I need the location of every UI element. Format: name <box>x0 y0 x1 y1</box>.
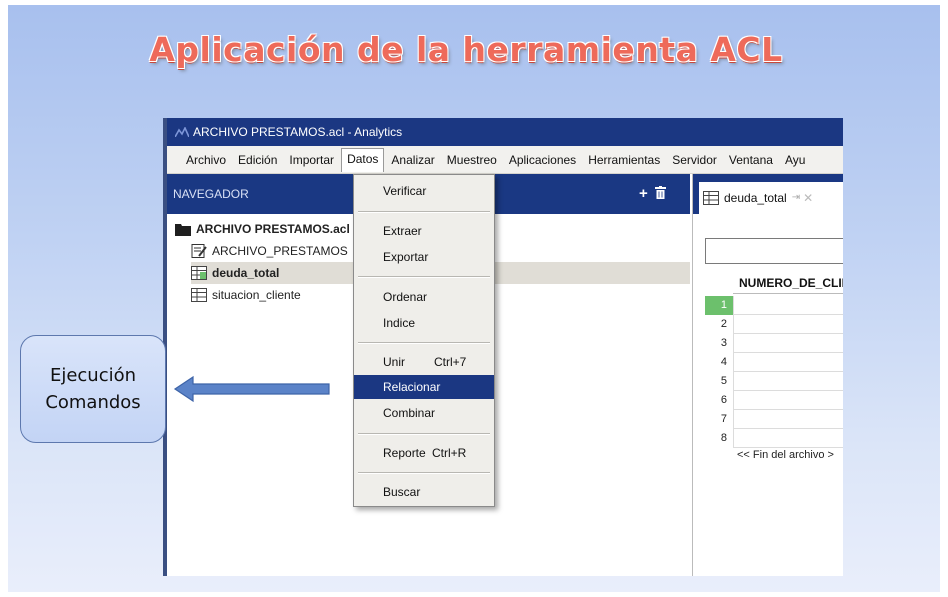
table-row[interactable] <box>733 410 843 429</box>
table-row[interactable] <box>733 353 843 372</box>
menu-herramientas[interactable]: Herramientas <box>583 149 665 171</box>
slide-title: Aplicación de la herramienta ACL <box>149 30 783 69</box>
row-number[interactable]: 1 <box>705 296 733 315</box>
menu-option-unir[interactable]: Unir Ctrl+7 <box>354 350 494 374</box>
analytics-logo-icon <box>175 127 189 137</box>
table-icon <box>191 288 207 302</box>
menu-separator <box>358 211 490 213</box>
callout-line: Comandos <box>45 392 141 413</box>
table-row[interactable] <box>733 296 843 315</box>
project-root[interactable]: ARCHIVO PRESTAMOS.acl <box>175 218 350 240</box>
menu-edicion[interactable]: Edición <box>233 149 282 171</box>
menu-analizar[interactable]: Analizar <box>386 149 439 171</box>
menu-muestreo[interactable]: Muestreo <box>442 149 502 171</box>
menu-option-verificar[interactable]: Verificar <box>354 179 494 203</box>
table-row[interactable] <box>733 429 843 448</box>
window-title: ARCHIVO PRESTAMOS.acl - Analytics <box>193 125 403 139</box>
menu-ventana[interactable]: Ventana <box>724 149 778 171</box>
row-number[interactable]: 7 <box>705 410 733 429</box>
table-view-pane: deuda_total ⇥ ✕ NUMERO_DE_CLIEN 1 2 3 4 … <box>692 174 843 576</box>
trash-icon[interactable] <box>654 186 666 199</box>
row-number[interactable]: 6 <box>705 391 733 410</box>
row-number[interactable]: 8 <box>705 429 733 448</box>
tab-deuda-total[interactable]: deuda_total ⇥ ✕ <box>699 182 843 214</box>
menu-aplicaciones[interactable]: Aplicaciones <box>504 149 581 171</box>
table-icon <box>191 266 207 280</box>
app-window: ARCHIVO PRESTAMOS.acl - Analytics Archiv… <box>163 118 843 576</box>
window-titlebar: ARCHIVO PRESTAMOS.acl - Analytics <box>167 118 843 146</box>
table-row[interactable] <box>733 334 843 353</box>
row-number-gutter: 1 2 3 4 5 6 7 8 <box>705 296 733 448</box>
menu-separator <box>358 433 490 435</box>
left-arrow-icon <box>173 375 330 403</box>
close-icon[interactable]: ✕ <box>803 182 813 214</box>
menu-separator <box>358 276 490 278</box>
table-icon <box>703 191 719 205</box>
menu-importar[interactable]: Importar <box>284 149 339 171</box>
menu-option-indice[interactable]: Indice <box>354 311 494 335</box>
tree-item-label: ARCHIVO_PRESTAMOS <box>212 244 348 258</box>
row-number[interactable]: 2 <box>705 315 733 334</box>
table-row[interactable] <box>733 391 843 410</box>
menu-separator <box>358 342 490 344</box>
pin-icon[interactable]: ⇥ <box>792 182 800 214</box>
row-number[interactable]: 5 <box>705 372 733 391</box>
menu-option-buscar[interactable]: Buscar <box>354 480 494 504</box>
shortcut-label: Ctrl+R <box>432 446 467 460</box>
data-grid <box>733 296 843 448</box>
filter-input[interactable] <box>705 238 843 264</box>
menu-archivo[interactable]: Archivo <box>181 149 231 171</box>
tree-item-label: deuda_total <box>212 266 280 280</box>
add-icon[interactable]: + <box>639 185 648 202</box>
datos-dropdown-menu: Verificar Extraer Exportar Ordenar Indic… <box>353 174 495 507</box>
menu-separator <box>358 472 490 474</box>
navigator-actions: + <box>639 174 666 214</box>
menu-bar: Archivo Edición Importar Datos Analizar … <box>167 146 843 174</box>
row-number[interactable]: 3 <box>705 334 733 353</box>
table-row[interactable] <box>733 315 843 334</box>
table-row[interactable] <box>733 372 843 391</box>
menu-option-combinar[interactable]: Combinar <box>354 401 494 425</box>
menu-option-exportar[interactable]: Exportar <box>354 245 494 269</box>
menu-option-extraer[interactable]: Extraer <box>354 219 494 243</box>
tree-item-situacion-cliente[interactable]: situacion_cliente <box>191 284 301 306</box>
script-icon <box>191 244 207 258</box>
end-of-file-marker: << Fin del archivo > <box>737 449 834 461</box>
menu-servidor[interactable]: Servidor <box>667 149 722 171</box>
shortcut-label: Ctrl+7 <box>434 355 467 369</box>
menu-datos[interactable]: Datos <box>341 147 385 172</box>
folder-icon <box>175 224 191 236</box>
menu-option-reporte[interactable]: Reporte Ctrl+R <box>354 441 494 465</box>
tree-item-label: situacion_cliente <box>212 288 301 302</box>
tab-label: deuda_total <box>724 191 787 205</box>
tree-item-archivo-prestamos[interactable]: ARCHIVO_PRESTAMOS <box>191 240 348 262</box>
project-name: ARCHIVO PRESTAMOS.acl <box>196 222 350 236</box>
menu-option-relacionar[interactable]: Relacionar <box>354 375 494 399</box>
menu-ayuda[interactable]: Ayu <box>780 149 810 171</box>
callout-line: Ejecución <box>49 365 137 386</box>
row-number[interactable]: 4 <box>705 353 733 372</box>
column-header[interactable]: NUMERO_DE_CLIEN <box>733 272 843 294</box>
callout-box: Ejecución Comandos <box>20 335 166 443</box>
menu-option-ordenar[interactable]: Ordenar <box>354 285 494 309</box>
